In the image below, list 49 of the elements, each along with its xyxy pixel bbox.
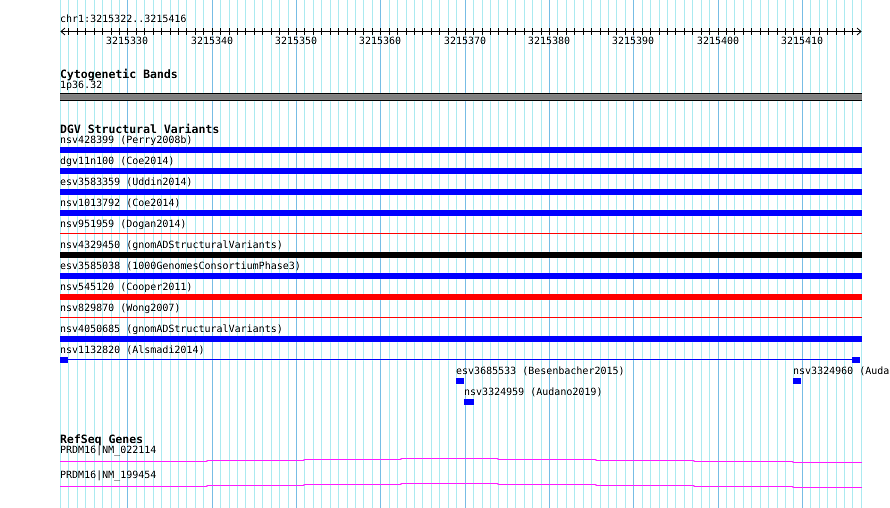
feature-block[interactable] <box>60 357 68 363</box>
feature-bar[interactable] <box>60 294 862 300</box>
feature-label: nsv4050685 (gnomADStructuralVariants) <box>60 324 283 336</box>
transcript-label: PRDM16|NM_199454 <box>60 470 156 482</box>
feature-bar[interactable] <box>60 210 862 216</box>
ruler-label: 3215330 <box>106 36 148 48</box>
feature-bar[interactable] <box>60 189 862 195</box>
band-label: 1p36.32 <box>60 80 102 92</box>
cytoband-bar[interactable] <box>60 93 862 101</box>
feature-label: nsv3324960 (Auda <box>793 366 890 378</box>
ruler-label: 3215380 <box>528 36 570 48</box>
feature-line[interactable] <box>60 317 862 318</box>
track-title: DGV Structural Variants <box>60 123 220 135</box>
feature-block[interactable] <box>464 399 474 405</box>
feature-bar[interactable] <box>60 147 862 153</box>
feature-line[interactable] <box>68 359 852 360</box>
track-title: Cytogenetic Bands <box>60 68 178 80</box>
feature-label: nsv545120 (Cooper2011) <box>60 282 192 294</box>
ruler-label: 3215340 <box>190 36 234 48</box>
feature-block[interactable] <box>793 378 801 384</box>
gene-model-drawing[interactable] <box>60 482 862 488</box>
location-text: chr1:3215322..3215416 <box>60 14 186 26</box>
feature-label: nsv951959 (Dogan2014) <box>60 219 186 231</box>
feature-line[interactable] <box>60 233 862 234</box>
ruler-label: 3215400 <box>696 36 740 48</box>
gene-model-drawing[interactable] <box>60 457 862 463</box>
feature-bar[interactable] <box>60 168 862 174</box>
feature-block[interactable] <box>456 378 464 384</box>
feature-label: nsv1013792 (Coe2014) <box>60 198 180 210</box>
feature-label: esv3585038 (1000GenomesConsortiumPhase3) <box>60 261 301 273</box>
feature-bar[interactable] <box>60 252 862 258</box>
feature-label: esv3685533 (Besenbacher2015) <box>456 366 625 378</box>
ruler-label: 3215360 <box>358 36 402 48</box>
feature-block[interactable] <box>852 357 860 363</box>
ruler-label: 3215350 <box>274 36 318 48</box>
transcript-label: PRDM16|NM_022114 <box>60 445 156 457</box>
feature-label: nsv428399 (Perry2008b) <box>60 135 192 147</box>
feature-label: nsv3324959 (Audano2019) <box>464 387 602 399</box>
ruler-label: 3215390 <box>612 36 654 48</box>
feature-label: nsv1132820 (Alsmadi2014) <box>60 345 204 357</box>
feature-label: dgv11n100 (Coe2014) <box>60 156 174 168</box>
feature-bar[interactable] <box>60 273 862 279</box>
ruler-label: 3215370 <box>444 36 486 48</box>
feature-label: nsv829870 (Wong2007) <box>60 303 180 315</box>
feature-label: esv3583359 (Uddin2014) <box>60 177 192 189</box>
ruler-label: 3215410 <box>780 36 824 48</box>
feature-bar[interactable] <box>60 336 862 342</box>
feature-label: nsv4329450 (gnomADStructuralVariants) <box>60 240 283 252</box>
track-title: RefSeq Genes <box>60 433 144 445</box>
